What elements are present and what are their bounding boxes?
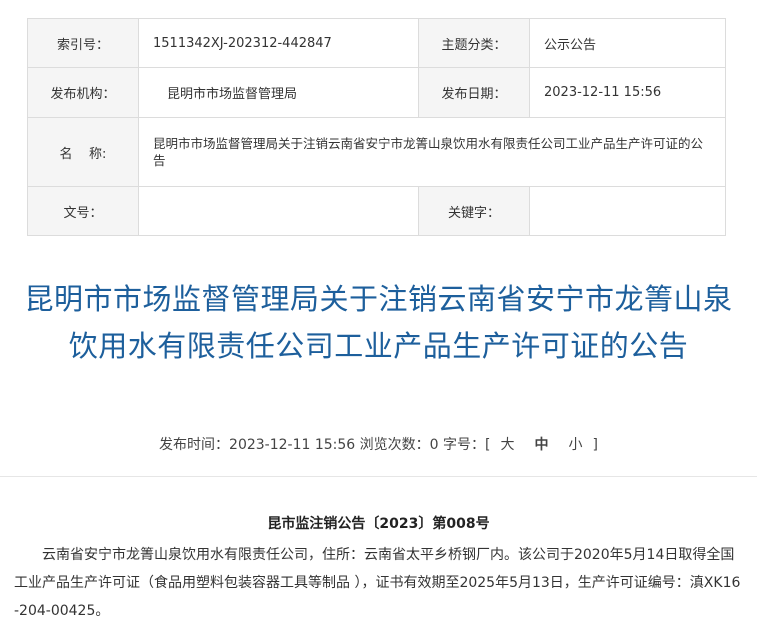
name-label: 名 称: xyxy=(27,117,139,187)
article-info-bar: 发布时间：2023-12-11 15:56 浏览次数：0 字号：[ 大 中 小] xyxy=(0,434,757,454)
publish-time-label: 发布时间： xyxy=(159,437,230,453)
font-size-small-button[interactable]: 小 xyxy=(569,437,583,453)
metadata-table: 索引号： 1511342XJ-202312-442847 主题分类： 公示公告 … xyxy=(27,18,726,236)
font-size-label: 字号：[ xyxy=(443,437,491,453)
metadata-row: 文号： 关键字： xyxy=(27,186,726,236)
publisher-label: 发布机构： xyxy=(27,67,139,118)
date-value: 2023-12-11 15:56 xyxy=(529,67,726,118)
name-value: 昆明市市场监督管理局关于注销云南省安宁市龙箐山泉饮用水有限责任公司工业产品生产许… xyxy=(138,117,726,187)
views-value: 0 xyxy=(429,437,439,453)
article-paragraph: 云南省安宁市龙箐山泉饮用水有限责任公司，住所：云南省太平乡桥钢厂内。该公司于20… xyxy=(14,547,741,619)
font-size-large-button[interactable]: 大 xyxy=(501,437,515,453)
font-size-medium-button[interactable]: 中 xyxy=(535,437,549,453)
category-value: 公示公告 xyxy=(529,18,726,68)
category-label: 主题分类： xyxy=(418,18,530,68)
divider xyxy=(0,476,757,477)
metadata-row: 名 称: 昆明市市场监督管理局关于注销云南省安宁市龙箐山泉饮用水有限责任公司工业… xyxy=(27,117,726,187)
index-label: 索引号： xyxy=(27,18,139,68)
date-label: 发布日期： xyxy=(418,67,530,118)
article-title: 昆明市市场监督管理局关于注销云南省安宁市龙箐山泉饮用水有限责任公司工业产品生产许… xyxy=(24,282,733,363)
document-number: 昆市监注销公告〔2023〕第008号 xyxy=(267,516,490,532)
page: 索引号： 1511342XJ-202312-442847 主题分类： 公示公告 … xyxy=(0,0,757,628)
docno-label: 文号： xyxy=(27,186,139,236)
metadata-row: 索引号： 1511342XJ-202312-442847 主题分类： 公示公告 xyxy=(27,18,726,68)
index-value: 1511342XJ-202312-442847 xyxy=(138,18,419,68)
views-label: 浏览次数： xyxy=(359,437,430,453)
keyword-value xyxy=(529,186,726,236)
font-size-close-bracket: ] xyxy=(592,437,598,453)
publish-time-value: 2023-12-11 15:56 xyxy=(229,437,356,453)
publisher-value: 昆明市市场监督管理局 xyxy=(138,67,419,118)
metadata-row: 发布机构： 昆明市市场监督管理局 发布日期： 2023-12-11 15:56 xyxy=(27,67,726,118)
docno-value xyxy=(138,186,419,236)
keyword-label: 关键字： xyxy=(418,186,530,236)
